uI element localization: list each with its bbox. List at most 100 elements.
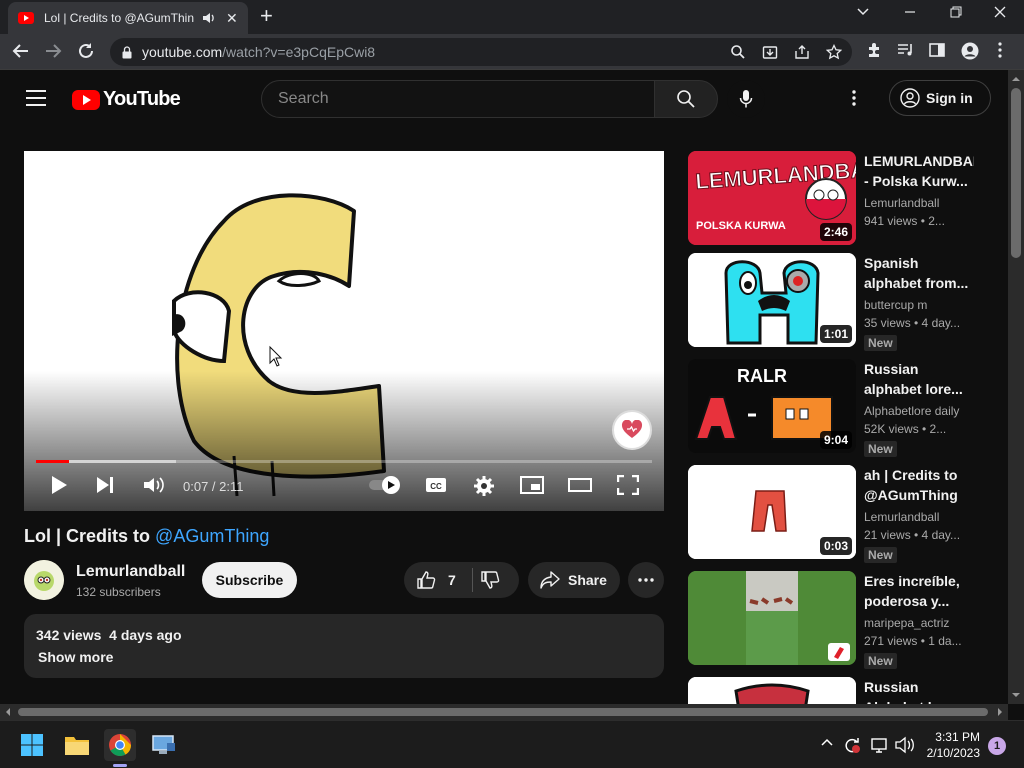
scroll-up-icon[interactable]: [1008, 74, 1024, 84]
subscribe-button[interactable]: Subscribe: [202, 562, 297, 598]
video-title-mention-link[interactable]: @AGumThing: [155, 526, 269, 546]
recommendation-item[interactable]: LEMURLANDBALL POLSKA KURWA 2:46 LEMURLAN…: [688, 151, 988, 247]
next-button[interactable]: [96, 475, 114, 495]
scroll-right-icon[interactable]: [995, 704, 1005, 720]
play-button[interactable]: [50, 475, 68, 495]
horizontal-scrollbar[interactable]: [0, 704, 1008, 720]
active-app-indicator: [113, 764, 127, 767]
clock-date[interactable]: 2/10/2023: [927, 746, 980, 760]
autoplay-toggle[interactable]: [368, 475, 402, 495]
search-button[interactable]: [654, 80, 718, 118]
theater-mode-button[interactable]: [568, 475, 592, 495]
fullscreen-button[interactable]: [617, 475, 639, 495]
recommendation-item[interactable]: Eres increíble, poderosa y... maripepa_a…: [688, 571, 988, 669]
recommendation-title[interactable]: Spanish alphabet from...: [864, 253, 974, 293]
tab-close-icon[interactable]: ✕: [226, 10, 238, 27]
extensions-puzzle-icon[interactable]: [866, 42, 882, 58]
file-explorer-icon[interactable]: [61, 729, 93, 761]
like-button[interactable]: 7: [404, 562, 472, 598]
video-thumbnail[interactable]: 1:01: [688, 253, 856, 347]
dislike-button[interactable]: [480, 570, 500, 590]
lock-icon[interactable]: [122, 45, 132, 59]
volume-button[interactable]: [143, 475, 165, 495]
browser-menu-icon[interactable]: [998, 42, 1002, 58]
bookmark-star-icon[interactable]: [826, 44, 842, 60]
recommendation-item[interactable]: RALR 9:04 Russian alphabet lore... Alpha…: [688, 359, 988, 457]
recommendation-channel[interactable]: buttercup m: [864, 298, 927, 312]
settings-button[interactable]: [473, 475, 495, 497]
more-horizontal-icon: [638, 578, 654, 582]
recommendation-item[interactable]: 0:03 ah | Credits to @AGumThing Lemurlan…: [688, 465, 988, 563]
notification-count-badge[interactable]: 1: [988, 737, 1006, 755]
video-thumbnail[interactable]: LEMURLANDBALL POLSKA KURWA 2:46: [688, 151, 856, 245]
video-thumbnail[interactable]: [688, 571, 856, 665]
network-icon[interactable]: [871, 736, 889, 754]
zoom-search-icon[interactable]: [730, 44, 746, 60]
video-thumbnail[interactable]: [688, 677, 856, 704]
channel-avatar[interactable]: [24, 560, 64, 600]
restore-button[interactable]: [950, 6, 962, 18]
guide-menu-icon[interactable]: [26, 90, 46, 111]
settings-more-icon[interactable]: [852, 90, 856, 106]
chrome-taskbar-icon[interactable]: [104, 729, 136, 767]
recommendation-channel[interactable]: maripepa_actriz: [864, 616, 949, 630]
theater-mode-icon: [568, 478, 592, 492]
tray-overflow-chevron-icon[interactable]: [820, 736, 834, 750]
recommendation-title[interactable]: Eres increíble, poderosa y...: [864, 571, 974, 611]
recommendation-title[interactable]: ah | Credits to @AGumThing: [864, 465, 974, 505]
recommendation-item[interactable]: 1:01 Spanish alphabet from... buttercup …: [688, 253, 988, 351]
address-bar[interactable]: youtube.com/watch?v=e3pCqEpCwi8: [110, 38, 852, 66]
description-box[interactable]: 342 views 4 days ago Show more: [24, 614, 664, 678]
reload-icon[interactable]: [77, 42, 95, 60]
back-arrow-icon[interactable]: [12, 42, 30, 60]
scroll-left-icon[interactable]: [3, 704, 13, 720]
new-tab-button[interactable]: +: [260, 5, 273, 27]
vertical-scrollbar[interactable]: [1008, 70, 1024, 704]
recommendation-channel[interactable]: Alphabetlore daily: [864, 404, 959, 418]
profile-icon[interactable]: [961, 42, 979, 60]
video-thumbnail[interactable]: RALR 9:04: [688, 359, 856, 453]
windows-start-icon[interactable]: [16, 729, 48, 761]
recommendation-title[interactable]: Russian Alphabet l...: [864, 677, 974, 704]
tab-audio-icon[interactable]: [202, 12, 216, 24]
autoplay-toggle-icon: [369, 476, 400, 494]
recommendation-title[interactable]: LEMURLANDBALL - Polska Kurw...: [864, 151, 974, 191]
share-button[interactable]: Share: [528, 562, 620, 598]
progress-bar[interactable]: [36, 460, 652, 463]
recommendation-channel[interactable]: Lemurlandball: [864, 510, 939, 524]
voice-search-button[interactable]: [727, 80, 765, 118]
recommendation-title[interactable]: Russian alphabet lore...: [864, 359, 974, 399]
subtitles-button[interactable]: CC: [425, 475, 447, 495]
recommendation-channel[interactable]: Lemurlandball: [864, 196, 939, 210]
forward-arrow-icon[interactable]: [44, 42, 62, 60]
tab-search-chevron-icon[interactable]: [856, 6, 870, 16]
search-input[interactable]: [278, 90, 638, 108]
install-app-icon[interactable]: [762, 44, 778, 60]
side-panel-icon[interactable]: [929, 42, 945, 58]
share-page-icon[interactable]: [794, 44, 810, 60]
video-thumbnail[interactable]: 0:03: [688, 465, 856, 559]
duration-badge: 1:01: [819, 325, 852, 343]
clock-time[interactable]: 3:31 PM: [935, 730, 980, 744]
browser-tab-active[interactable]: Lol | Credits to @AGumThing ✕: [8, 2, 248, 34]
scroll-down-icon[interactable]: [1008, 690, 1024, 700]
media-queue-icon[interactable]: [897, 42, 915, 58]
vertical-scroll-thumb[interactable]: [1011, 88, 1021, 258]
remote-desktop-icon[interactable]: [148, 729, 180, 761]
miniplayer-button[interactable]: [520, 475, 544, 495]
browser-tab-strip: Lol | Credits to @AGumThing ✕ +: [0, 0, 1024, 34]
channel-name[interactable]: Lemurlandball: [76, 563, 185, 581]
horizontal-scroll-thumb[interactable]: [18, 708, 988, 716]
show-more-link[interactable]: Show more: [38, 649, 652, 665]
speaker-volume-icon[interactable]: [895, 736, 915, 754]
sync-alert-icon[interactable]: [843, 736, 861, 754]
video-player[interactable]: 0:07 / 2:11 CC: [24, 151, 664, 511]
account-circle-icon: [900, 88, 920, 108]
recommendation-item[interactable]: Russian Alphabet l...: [688, 677, 988, 704]
sign-in-button[interactable]: Sign in: [889, 80, 991, 116]
minimize-button[interactable]: [904, 6, 916, 18]
video-title: Lol | Credits to @AGumThing: [24, 526, 269, 547]
youtube-logo[interactable]: YouTube: [72, 88, 181, 111]
window-close-button[interactable]: [994, 6, 1006, 18]
more-actions-button[interactable]: [628, 562, 664, 598]
